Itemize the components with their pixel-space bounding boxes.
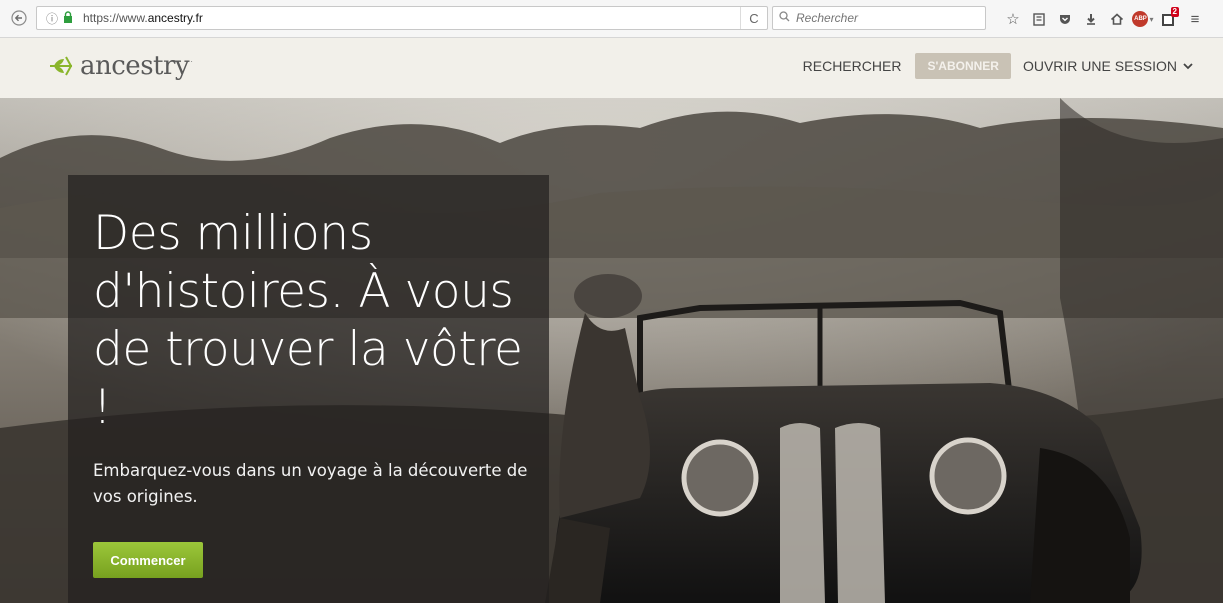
site-header: ancestry · RECHERCHER S'ABONNER OUVRIR U… <box>0 38 1223 98</box>
logo-trademark: · <box>190 56 194 66</box>
browser-search-input[interactable] <box>794 10 978 26</box>
main-nav: RECHERCHER S'ABONNER OUVRIR UNE SESSION <box>795 53 1199 79</box>
extension-badge-count: 2 <box>1170 7 1179 17</box>
menu-hamburger-icon[interactable]: ≡ <box>1182 0 1208 38</box>
subscribe-button[interactable]: S'ABONNER <box>915 53 1011 79</box>
download-icon[interactable] <box>1078 0 1104 38</box>
signin-label: OUVRIR UNE SESSION <box>1022 58 1177 74</box>
signin-dropdown[interactable]: OUVRIR UNE SESSION <box>1017 58 1199 74</box>
ancestry-logo[interactable]: ancestry · <box>48 51 193 81</box>
home-icon[interactable] <box>1104 0 1130 38</box>
nav-search-link[interactable]: RECHERCHER <box>795 58 910 74</box>
info-icon[interactable]: ⓘ <box>43 10 61 27</box>
url-domain: ancestry.fr <box>147 11 203 25</box>
reload-icon[interactable]: C <box>740 7 767 29</box>
leaf-logo-icon <box>50 56 73 76</box>
reading-list-icon[interactable] <box>1026 0 1052 38</box>
url-text[interactable]: https://www.ancestry.fr <box>83 11 203 25</box>
chevron-down-icon <box>1183 63 1193 70</box>
url-bar[interactable]: ⓘ https://www.ancestry.fr C <box>36 6 768 30</box>
extension-badge-icon[interactable]: 2 <box>1156 0 1182 38</box>
toolbar-icons: ☆ ABP ▾ 2 ≡ <box>1000 0 1208 38</box>
start-button[interactable]: Commencer <box>93 542 203 578</box>
adblock-icon[interactable]: ABP ▾ <box>1130 0 1156 38</box>
hero-headline: Des millions d'histoires. À vous de trou… <box>93 206 523 435</box>
lock-icon <box>61 10 75 26</box>
hero-section: Des millions d'histoires. À vous de trou… <box>0 98 1223 603</box>
back-arrow-icon[interactable] <box>10 9 28 27</box>
browser-search-box[interactable] <box>772 6 986 30</box>
pocket-icon[interactable] <box>1052 0 1078 38</box>
search-icon <box>779 11 790 25</box>
logo-text: ancestry <box>80 51 190 81</box>
hero-subtext: Embarquez-vous dans un voyage à la décou… <box>93 461 528 506</box>
bookmark-star-icon[interactable]: ☆ <box>1000 0 1026 38</box>
browser-toolbar: ⓘ https://www.ancestry.fr C ☆ ABP▾ 2 ≡ <box>0 0 1223 38</box>
url-prefix: https://www. <box>83 11 148 25</box>
